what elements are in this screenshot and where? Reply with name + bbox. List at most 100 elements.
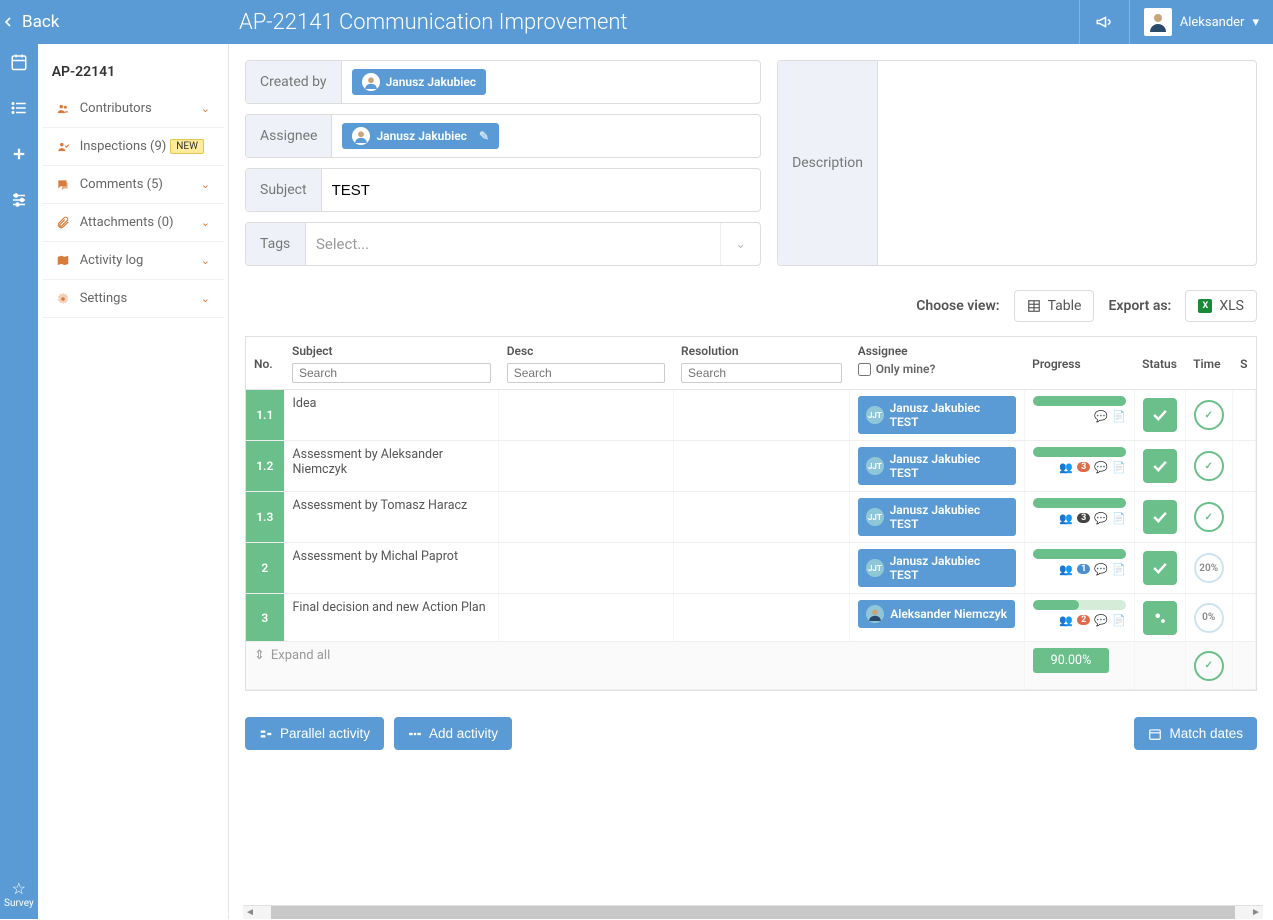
count-badge: 3 — [1077, 462, 1090, 472]
assignee-chip[interactable]: JJTJanusz Jakubiec TEST — [858, 447, 1015, 485]
check-icon — [1150, 558, 1170, 578]
sidebar-item-activity-log[interactable]: Activity log ⌄ — [42, 242, 224, 280]
calendar-icon[interactable] — [7, 50, 31, 74]
sidebar-item-comments[interactable]: Comments (5) ⌄ — [42, 166, 224, 204]
time-progress: 20% — [1194, 553, 1224, 583]
row-resolution — [673, 594, 850, 642]
chat-icon: 💬 — [1094, 461, 1108, 474]
only-mine-checkbox[interactable]: Only mine? — [858, 362, 1016, 376]
doc-icon: 📄 — [1112, 410, 1126, 423]
time-progress: 0% — [1194, 603, 1224, 633]
assignee-chip[interactable]: Janusz Jakubiec ✎ — [342, 123, 499, 149]
row-status[interactable] — [1134, 594, 1185, 642]
topbar: Back AP-22141 Communication Improvement … — [0, 0, 1273, 44]
chevron-down-icon[interactable]: ⌄ — [720, 223, 760, 265]
survey-button[interactable]: ☆ Survey — [4, 879, 34, 909]
sidebar-item-attachments[interactable]: Attachments (0) ⌄ — [42, 204, 224, 242]
list-icon[interactable] — [7, 96, 31, 120]
view-table-button[interactable]: Table — [1014, 290, 1095, 322]
row-assignee: Aleksander Niemczyk — [850, 594, 1024, 642]
row-progress: 👥3💬📄 — [1024, 441, 1134, 492]
attach-icon — [56, 216, 70, 230]
row-subject: Assessment by Tomasz Haracz — [284, 492, 499, 543]
subject-search[interactable] — [292, 363, 491, 383]
scroll-left-icon[interactable]: ◄ — [243, 906, 257, 919]
calendar-icon — [1148, 727, 1162, 741]
table-row[interactable]: 1.3Assessment by Tomasz HaraczJJTJanusz … — [246, 492, 1256, 543]
row-subject: Idea — [284, 390, 499, 441]
total-progress: 90.00% — [1033, 648, 1110, 673]
row-status[interactable] — [1134, 543, 1185, 594]
parallel-activity-button[interactable]: Parallel activity — [245, 717, 384, 750]
description-box: Description — [777, 60, 1257, 266]
col-resolution: Resolution — [673, 337, 850, 390]
desc-search[interactable] — [507, 363, 665, 383]
row-time: ✓ — [1185, 492, 1232, 543]
add-activity-button[interactable]: Add activity — [394, 717, 512, 750]
add-activity-icon — [408, 727, 422, 741]
row-s — [1232, 543, 1255, 594]
table-row[interactable]: 1.2Assessment by Aleksander NiemczykJJTJ… — [246, 441, 1256, 492]
row-assignee: JJTJanusz Jakubiec TEST — [850, 492, 1024, 543]
field-tags: Tags Select... ⌄ — [245, 222, 761, 266]
chat-icon: 💬 — [1094, 563, 1108, 576]
avatar-icon — [362, 73, 380, 91]
horizontal-scrollbar[interactable]: ◄ ► — [243, 905, 1263, 919]
field-created-by: Created by Janusz Jakubiec — [245, 60, 761, 104]
export-xls-button[interactable]: X XLS — [1185, 290, 1257, 322]
created-by-chip[interactable]: Janusz Jakubiec — [352, 69, 487, 95]
assignee-chip[interactable]: Aleksander Niemczyk — [858, 600, 1015, 628]
announce-button[interactable] — [1079, 0, 1129, 44]
check-circle-icon: ✓ — [1194, 502, 1224, 532]
subject-input[interactable] — [332, 182, 750, 199]
edit-icon[interactable]: ✎ — [479, 129, 489, 143]
avatar-icon: JJT — [866, 406, 883, 424]
sidebar-item-settings[interactable]: Settings ⌄ — [42, 280, 224, 318]
row-status[interactable] — [1134, 492, 1185, 543]
description-input[interactable] — [878, 61, 1256, 265]
expand-all-button[interactable]: ⇕ Expand all — [254, 648, 330, 663]
scroll-right-icon[interactable]: ► — [1249, 906, 1263, 919]
sliders-icon[interactable] — [7, 188, 31, 212]
assignee-chip[interactable]: JJTJanusz Jakubiec TEST — [858, 549, 1015, 587]
row-assignee: JJTJanusz Jakubiec TEST — [850, 441, 1024, 492]
row-subject: Final decision and new Action Plan — [284, 594, 499, 642]
table-row[interactable]: 2Assessment by Michal PaprotJJTJanusz Ja… — [246, 543, 1256, 594]
map-icon — [56, 254, 70, 268]
gears-icon — [1151, 609, 1169, 627]
sidebar-item-inspections[interactable]: Inspections (9) NEW — [42, 128, 224, 166]
row-resolution — [673, 543, 850, 594]
col-s: S — [1232, 337, 1255, 390]
user-menu[interactable]: Aleksander ▾ — [1129, 0, 1273, 44]
row-time: 0% — [1185, 594, 1232, 642]
back-button[interactable]: Back — [0, 12, 229, 32]
users-icon: 👥 — [1059, 563, 1073, 576]
left-rail: ☆ Survey — [0, 0, 38, 919]
resolution-search[interactable] — [681, 363, 842, 383]
row-status[interactable] — [1134, 390, 1185, 441]
row-time: ✓ — [1185, 390, 1232, 441]
assignee-chip[interactable]: JJTJanusz Jakubiec TEST — [858, 498, 1015, 536]
scroll-thumb[interactable] — [271, 906, 1235, 919]
star-icon: ☆ — [4, 879, 34, 898]
table-row[interactable]: 3Final decision and new Action PlanAleks… — [246, 594, 1256, 642]
sidebar: AP-22141 Contributors ⌄ Inspections (9) … — [38, 0, 229, 919]
chevron-down-icon: ⌄ — [201, 254, 210, 267]
row-resolution — [673, 441, 850, 492]
row-status[interactable] — [1134, 441, 1185, 492]
match-dates-button[interactable]: Match dates — [1134, 717, 1257, 750]
assignee-chip[interactable]: JJTJanusz Jakubiec TEST — [858, 396, 1015, 434]
sidebar-item-contributors[interactable]: Contributors ⌄ — [42, 90, 224, 128]
users-icon — [56, 102, 70, 116]
col-assignee: Assignee Only mine? — [850, 337, 1024, 390]
add-icon[interactable] — [7, 142, 31, 166]
doc-icon: 📄 — [1112, 563, 1126, 576]
arrow-left-icon — [0, 14, 16, 30]
table-row[interactable]: 1.1IdeaJJTJanusz Jakubiec TEST💬📄✓ — [246, 390, 1256, 441]
row-s — [1232, 492, 1255, 543]
doc-icon: 📄 — [1112, 512, 1126, 525]
chat-icon: 💬 — [1094, 410, 1108, 423]
tags-select[interactable]: Select... — [306, 223, 720, 265]
check-icon — [1150, 507, 1170, 527]
megaphone-icon — [1095, 13, 1113, 31]
